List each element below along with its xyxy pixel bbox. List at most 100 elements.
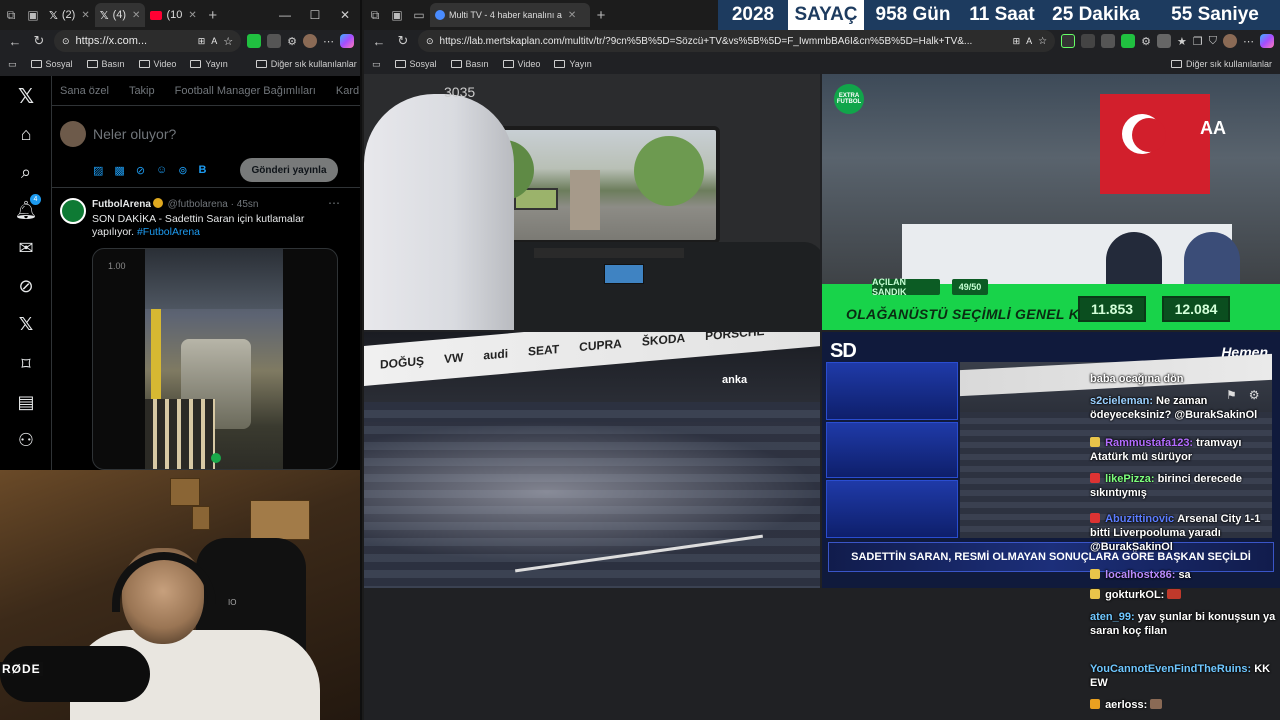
extension-icon[interactable] (1061, 34, 1076, 48)
tab-for-you[interactable]: Sana özel (60, 85, 109, 97)
bookmark-sosyal[interactable]: Sosyal (394, 59, 437, 69)
notifications-icon[interactable]: 🔔︎ 4 (14, 194, 41, 222)
tab-list-kard[interactable]: Kard (336, 85, 359, 97)
chat-username[interactable]: YouCannotEvenFindTheRuins: (1090, 663, 1251, 675)
bookmark-sosyal[interactable]: Sosyal (30, 59, 73, 69)
close-icon[interactable]: ✕ (132, 10, 140, 21)
user-avatar[interactable] (60, 121, 86, 147)
refresh-icon[interactable]: ↻ (394, 33, 412, 49)
bookmarks-icon[interactable]: ⌑ (14, 352, 38, 376)
maximize-icon[interactable]: ☐ (300, 8, 330, 22)
feed-tram-cabin[interactable]: 3035 (364, 74, 820, 330)
favorite-star-icon[interactable]: ☆ (223, 35, 233, 48)
messages-icon[interactable]: ✉ (14, 236, 38, 260)
left-url-field[interactable]: ⊙ https://x.com... ⊞ A ☆ (54, 30, 242, 52)
x-logo-icon[interactable]: 𝕏 (14, 84, 38, 108)
extension-icon[interactable] (1081, 34, 1096, 48)
read-aloud-icon[interactable]: A (1026, 36, 1032, 46)
profile-avatar[interactable] (1223, 34, 1237, 48)
close-icon[interactable]: ✕ (568, 10, 576, 21)
grok-icon[interactable]: ⊘ (136, 164, 145, 177)
workspaces-icon[interactable]: ⧉ (0, 4, 22, 26)
refresh-icon[interactable]: ↻ (30, 33, 48, 49)
close-window-icon[interactable]: ✕ (330, 8, 360, 22)
feed-election[interactable]: AA EXTRA FUTBOL AÇILAN SANDIK 49/50 OLAĞ… (822, 74, 1280, 330)
app-icon[interactable]: ⊞ (198, 36, 206, 47)
extensions-icon[interactable]: ⚙ (287, 35, 297, 48)
bookmark-yayin[interactable]: Yayın (190, 59, 228, 69)
favorites-icon[interactable]: ★ (1177, 35, 1187, 48)
tab-following[interactable]: Takip (129, 85, 155, 97)
tweet-author[interactable]: FutbolArena (92, 199, 151, 210)
profile-avatar[interactable] (303, 34, 317, 48)
back-icon[interactable]: ← (370, 34, 388, 49)
more-menu-icon[interactable]: ⋯ (323, 35, 334, 48)
bookmark-basin[interactable]: Basın (450, 59, 489, 69)
minimize-icon[interactable]: — (270, 8, 300, 22)
chat-username[interactable]: Rammustafa123: (1105, 437, 1193, 449)
bookmarks-toggle-icon[interactable]: ▭ (8, 59, 17, 70)
image-icon[interactable]: ▨ (93, 164, 103, 177)
tab-x-2[interactable]: 𝕏 (4) ✕ (94, 3, 146, 27)
bookmark-video[interactable]: Video (138, 59, 176, 69)
bookmark-basin[interactable]: Basın (86, 59, 125, 69)
search-icon[interactable]: ⌕ (14, 160, 38, 184)
bookmarks-toggle-icon[interactable]: ▭ (372, 59, 381, 70)
tab-groups-icon[interactable]: ▭ (408, 4, 430, 26)
post-button[interactable]: Gönderi yayınla (240, 158, 338, 182)
tweet[interactable]: FutbolArena @futbolarena · 45sn ⋯ SON DA… (52, 188, 360, 470)
chat-username[interactable]: Abuzittinovic (1105, 513, 1174, 525)
tab-youtube[interactable]: (10 ✕ (145, 3, 201, 27)
bookmark-yayin[interactable]: Yayın (554, 59, 592, 69)
chat-username[interactable]: gokturkOL: (1105, 589, 1164, 601)
workspaces-icon[interactable]: ⧉ (364, 4, 386, 26)
tab-x-1[interactable]: 𝕏 (2) ✕ (44, 3, 95, 27)
extension-green-icon[interactable] (247, 34, 262, 48)
bookmark-video[interactable]: Video (502, 59, 540, 69)
tweet-video[interactable]: 1.00 (92, 248, 338, 470)
chat-username[interactable]: aerloss: (1105, 699, 1147, 711)
site-info-icon[interactable]: ⊙ (62, 36, 70, 47)
extension-green-icon[interactable] (1121, 34, 1136, 48)
author-avatar[interactable] (60, 198, 86, 224)
copilot-icon[interactable] (340, 34, 354, 48)
location-icon[interactable]: ⊚ (178, 164, 187, 177)
tab-list-fm[interactable]: Football Manager Bağımlıları (175, 85, 316, 97)
favorite-star-icon[interactable]: ☆ (1038, 36, 1047, 47)
right-url-field[interactable]: ⊙ https://lab.mertskaplan.com/multitv/tr… (418, 30, 1056, 52)
emoji-icon[interactable]: ☺ (156, 164, 167, 177)
feed-stadium[interactable]: DOĞUŞ VW audi SEAT CUPRA ŠKODA PORSCHE a… (364, 332, 820, 588)
communities-icon[interactable]: ⚇ (14, 428, 38, 452)
extension-dark-icon[interactable] (267, 34, 282, 48)
bold-icon[interactable]: B (198, 164, 206, 177)
grok-icon[interactable]: ⊘ (14, 274, 38, 298)
site-info-icon[interactable]: ⊙ (426, 36, 434, 47)
chat-username[interactable]: s2cieleman: (1090, 395, 1153, 407)
extension-icon[interactable] (1157, 34, 1171, 48)
tweet-hashtag[interactable]: #FutbolArena (137, 226, 200, 238)
copilot-icon[interactable] (1260, 34, 1274, 48)
back-icon[interactable]: ← (6, 34, 24, 49)
other-bookmarks[interactable]: Diğer sık kullanılanlar (1170, 59, 1272, 69)
close-icon[interactable]: ✕ (188, 10, 196, 21)
collections-icon[interactable]: ❐ (1193, 35, 1203, 48)
new-tab-icon[interactable]: + (590, 4, 612, 26)
more-options-icon[interactable]: ⋯ (328, 196, 340, 210)
extension-icon[interactable] (1101, 34, 1116, 48)
home-icon[interactable]: ⌂ (14, 122, 38, 146)
read-aloud-icon[interactable]: A (211, 36, 217, 46)
gif-icon[interactable]: ▩ (114, 164, 124, 177)
tab-multitv[interactable]: Multi TV - 4 haber kanalını a ✕ (430, 3, 590, 27)
chat-username[interactable]: aten_99: (1090, 611, 1135, 623)
close-icon[interactable]: ✕ (81, 10, 89, 21)
tab-actions-icon[interactable]: ▣ (22, 4, 44, 26)
chat-username[interactable]: localhostx86: (1105, 569, 1175, 581)
extensions-icon[interactable]: ⚙ (1141, 35, 1151, 48)
new-tab-icon[interactable]: + (202, 4, 224, 26)
more-menu-icon[interactable]: ⋯ (1243, 35, 1254, 48)
app-icon[interactable]: ⊞ (1013, 36, 1021, 47)
tweet-handle[interactable]: @futbolarena (168, 199, 228, 210)
compose-input[interactable]: Neler oluyor? (93, 126, 176, 142)
tab-actions-icon[interactable]: ▣ (386, 4, 408, 26)
chat-username[interactable]: likePizza: (1105, 473, 1155, 485)
